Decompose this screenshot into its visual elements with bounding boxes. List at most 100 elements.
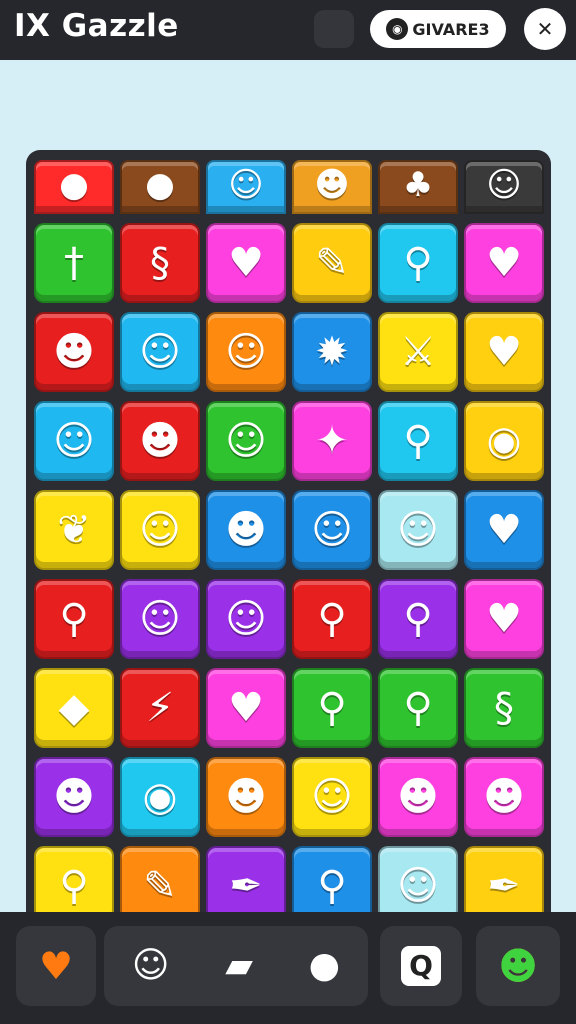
devil-face-icon: ☻ [139,418,181,464]
balloon-icon: ☺ [225,329,267,375]
orange-lollipop-icon: ⚲ [317,685,347,731]
game-tile[interactable]: ☻ [464,757,544,837]
green-balloon-icon: ☺ [139,596,181,642]
orange-balloon-icon: ☻ [225,507,267,553]
game-tile[interactable]: ● [34,160,114,214]
game-tile[interactable]: ♣ [378,160,458,214]
game-tile[interactable]: § [120,223,200,303]
game-tile[interactable]: ☺ [292,757,372,837]
spiky-blob-icon: ✹ [315,329,349,375]
game-tile[interactable]: ☺ [206,579,286,659]
game-tile[interactable]: ♥ [464,490,544,570]
game-tile[interactable]: ☻ [378,757,458,837]
game-tile[interactable]: ♥ [464,312,544,392]
game-tile[interactable]: ☻ [120,401,200,481]
game-tile[interactable]: ● [120,160,200,214]
game-tile[interactable]: ⚲ [378,668,458,748]
game-tile[interactable]: ⚔ [378,312,458,392]
game-tile[interactable]: ♥ [464,223,544,303]
game-tile[interactable]: ☺ [464,160,544,214]
devil-face-icon: ☻ [397,774,439,820]
pink-feather-icon: ✒ [229,863,263,909]
game-tile[interactable]: ⚲ [378,401,458,481]
game-tile[interactable]: ☻ [206,757,286,837]
game-tile[interactable]: ♥ [464,579,544,659]
wrapped-candy-icon: ✦ [315,418,349,464]
grey-cat-icon: ☻ [53,774,95,820]
blue-wrench-icon: ✎ [143,863,177,909]
game-tile[interactable]: ❦ [34,490,114,570]
brand-logo-icon: ◉ [386,18,409,40]
blue-lollipop-icon: ⚲ [403,685,433,731]
game-tile[interactable]: ☺ [120,579,200,659]
green-leaf-icon: ✒ [487,863,521,909]
green-swirl-icon: § [150,240,170,286]
white-ghost-icon: ☺ [228,165,264,205]
game-tile[interactable]: ☺ [292,490,372,570]
game-tile[interactable]: ☻ [206,490,286,570]
dagger-icon: † [64,240,84,286]
blue-drop-icon: ◆ [58,685,90,731]
game-tile[interactable]: ⚡ [120,668,200,748]
board-area: ● ● ☺ ☻ ♣ ☺ † § ♥ ✎ ⚲ ♥ ☻ ☺ ☺ ✹ ⚔ ♥ ☺ ☻ ☺ ✦ ⚲ ◉ ❦ ☺ ☻ ☺ ☺ ♥ ⚲ ☺ ☺ ⚲ ⚲ ♥ ◆ ⚡ ♥ ⚲… [0,60,576,945]
white-cat-icon[interactable]: ☺ [132,948,170,984]
monster-booster-button[interactable]: ☻ [476,926,560,1006]
game-tile[interactable]: ⚲ [378,579,458,659]
green-monster-icon: ☻ [483,774,525,820]
game-tile[interactable]: † [34,223,114,303]
q-badge-icon: Q [401,946,441,986]
booster-group: ☺ ▰ ● [104,926,368,1006]
cat-face-icon: ☻ [314,165,350,205]
game-tile[interactable]: ♥ [206,223,286,303]
green-ring-icon: ◉ [142,774,178,820]
game-tile[interactable]: ☺ [206,401,286,481]
game-tile[interactable]: ✎ [292,223,372,303]
green-tree-icon: ♣ [402,165,434,205]
yellow-blob-icon: ☺ [225,418,267,464]
person-face-icon: ☺ [486,165,522,205]
game-tile[interactable]: ☺ [120,490,200,570]
game-tile[interactable]: § [464,668,544,748]
game-tile[interactable]: ☺ [206,160,286,214]
orange-heart-icon: ♥ [38,944,74,988]
green-leaf-icon: ❦ [57,507,91,553]
blue-swirl-icon: § [494,685,514,731]
brand-button[interactable]: ◉ GIVARE3 [370,10,506,48]
game-tile[interactable]: ◆ [34,668,114,748]
game-tile[interactable]: ⚲ [292,579,372,659]
menu-placeholder-button[interactable] [314,10,354,48]
game-tile[interactable]: ⚲ [378,223,458,303]
game-tile[interactable]: ⚲ [34,579,114,659]
game-tile[interactable]: ✹ [292,312,372,392]
white-cat-icon: ☺ [311,774,353,820]
game-tile[interactable]: ☺ [378,490,458,570]
red-blob-icon: ● [59,165,89,205]
close-button[interactable]: ✕ [524,8,566,50]
game-tile[interactable]: ☻ [34,757,114,837]
game-tile[interactable]: ☻ [34,312,114,392]
bomb-icon[interactable]: ● [309,948,340,984]
sword-icon: ⚔ [400,329,436,375]
q-badge-button[interactable]: Q [380,926,462,1006]
game-tile[interactable]: ☻ [292,160,372,214]
game-tile[interactable]: ☺ [206,312,286,392]
game-tile[interactable]: ☺ [34,401,114,481]
ring-icon: ◉ [486,418,522,464]
heart-booster-button[interactable]: ♥ [16,926,96,1006]
game-tile[interactable]: ◉ [120,757,200,837]
broken-heart-icon: ♥ [486,329,522,375]
lollipop-icon: ⚲ [403,418,433,464]
game-tile[interactable]: ♥ [206,668,286,748]
heart-icon: ♥ [228,240,264,286]
game-tile[interactable]: ◉ [464,401,544,481]
game-tile[interactable]: ☺ [120,312,200,392]
lion-face-icon: ☻ [225,774,267,820]
app-title: IX Gazzle [14,8,179,44]
lollipop-icon: ⚲ [317,596,347,642]
heart-icon: ♥ [486,240,522,286]
smile-drop-icon: ☺ [397,507,439,553]
eraser-icon[interactable]: ▰ [225,948,253,984]
purple-blob-icon: ● [145,165,175,205]
game-tile[interactable]: ✦ [292,401,372,481]
game-tile[interactable]: ⚲ [292,668,372,748]
